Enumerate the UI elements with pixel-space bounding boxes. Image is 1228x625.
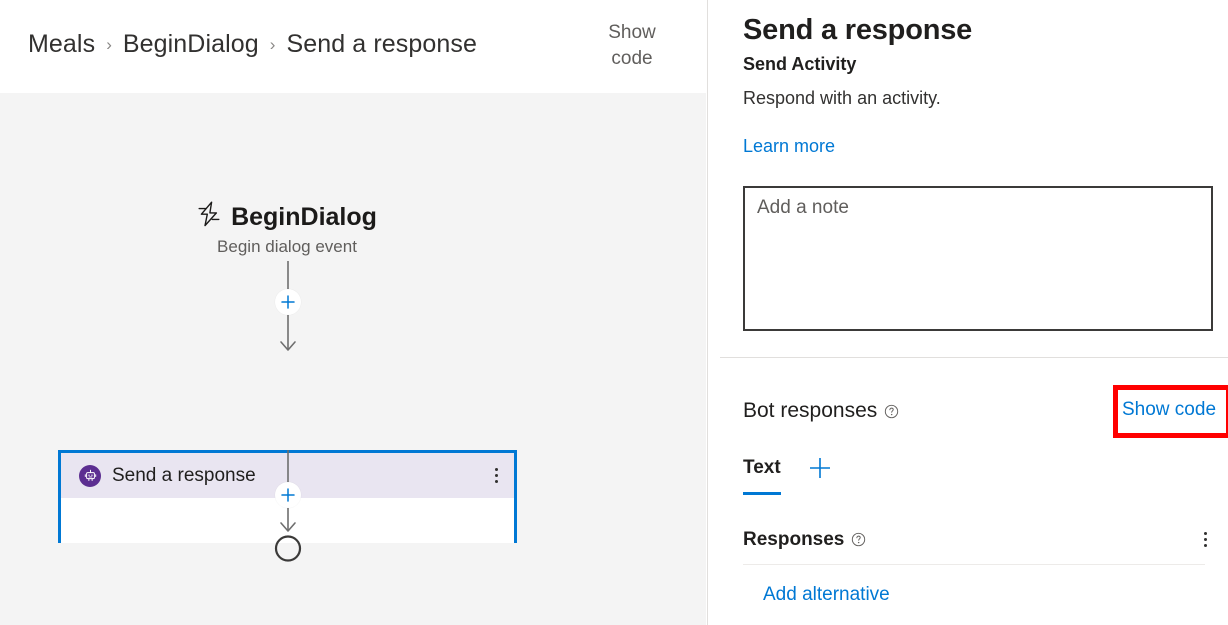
breadcrumb-item-meals[interactable]: Meals (28, 30, 95, 59)
trigger-subtitle: Begin dialog event (217, 237, 357, 256)
add-response-type-button[interactable] (807, 455, 833, 481)
header-show-code-line1: Show (608, 22, 656, 43)
panel-subtitle: Send Activity (743, 54, 857, 74)
responses-text: Responses (743, 528, 845, 550)
tab-text[interactable]: Text (743, 457, 781, 497)
action-node-more-options-icon[interactable] (489, 464, 504, 487)
question-circle-icon[interactable] (884, 404, 899, 419)
panel-description: Respond with an activity. (743, 88, 941, 108)
question-circle-icon[interactable] (851, 532, 866, 547)
trigger-node[interactable]: BeginDialog Begin dialog event (0, 201, 574, 257)
responses-more-options-icon[interactable] (1198, 528, 1213, 551)
section-divider (720, 357, 1228, 358)
add-alternative-link[interactable]: Add alternative (763, 584, 890, 606)
tab-text-label: Text (743, 457, 781, 478)
bot-responses-text: Bot responses (743, 399, 878, 422)
end-of-dialog-node (274, 535, 302, 562)
flow-canvas[interactable]: BeginDialog Begin dialog event Send a re… (0, 93, 706, 625)
responses-divider (743, 564, 1205, 565)
properties-panel: Send a response Send Activity Respond wi… (708, 0, 1228, 625)
dialog-editor-pane: Meals › BeginDialog › Send a response Sh… (0, 0, 706, 625)
responses-section-header: Responses (743, 528, 1213, 551)
trigger-title-row: BeginDialog (0, 201, 574, 234)
lightning-bolt-icon (197, 201, 221, 234)
panel-show-code-button[interactable]: Show code (1122, 399, 1216, 421)
bot-responses-label: Bot responses (743, 399, 899, 423)
breadcrumb-item-begindialog[interactable]: BeginDialog (123, 30, 259, 59)
response-type-tabs: Text (743, 455, 833, 499)
chevron-right-icon: › (269, 35, 276, 54)
breadcrumb: Meals › BeginDialog › Send a response (28, 30, 477, 59)
trigger-title: BeginDialog (231, 203, 377, 231)
responses-label: Responses (743, 529, 1198, 551)
plus-icon (281, 488, 295, 502)
breadcrumb-item-send-a-response[interactable]: Send a response (286, 30, 477, 59)
panel-title: Send a response (743, 14, 973, 46)
breadcrumb-bar: Meals › BeginDialog › Send a response Sh… (0, 0, 706, 93)
add-action-button-bottom[interactable] (275, 482, 301, 508)
chevron-right-icon: › (106, 35, 112, 54)
tab-active-indicator (743, 492, 781, 495)
header-show-code-line2: code (611, 48, 653, 69)
plus-icon (281, 295, 295, 309)
bot-icon (79, 464, 101, 487)
plus-icon (809, 458, 830, 478)
learn-more-link[interactable]: Learn more (743, 136, 835, 157)
app-root: Meals › BeginDialog › Send a response Sh… (0, 0, 1228, 625)
header-show-code-button[interactable]: Show code (596, 20, 668, 72)
add-action-button-top[interactable] (275, 289, 301, 315)
note-input[interactable] (743, 186, 1213, 331)
